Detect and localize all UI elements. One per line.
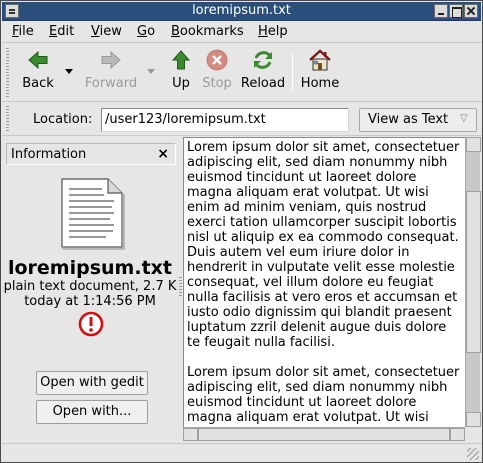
scroll-down-button[interactable] — [466, 412, 481, 427]
status-bar — [2, 443, 481, 462]
chevron-down-icon: ▽ — [460, 113, 468, 124]
menu-file[interactable]: File — [12, 24, 34, 39]
horizontal-scroll-thumb[interactable] — [198, 428, 450, 441]
information-side-pane: Information × loremipsum.txt plain text … — [2, 137, 178, 443]
scroll-up-button[interactable] — [466, 137, 481, 152]
menu-view[interactable]: View — [91, 24, 122, 39]
up-button[interactable]: Up — [166, 48, 196, 91]
location-bar: Location: /user123/loremipsum.txt View a… — [2, 102, 481, 136]
home-button[interactable]: Home — [299, 48, 341, 91]
forward-history-dropdown[interactable] — [147, 69, 155, 74]
up-arrow-icon — [171, 50, 191, 70]
menu-bookmarks[interactable]: Bookmarks — [171, 24, 244, 39]
toolbar: Back Forward Up Stop Reload Home — [2, 44, 481, 102]
back-button[interactable]: Back — [20, 48, 56, 91]
view-as-label: View as Text — [368, 112, 449, 127]
reload-button[interactable]: Reload — [238, 48, 288, 91]
scroll-corner — [465, 427, 480, 441]
menu-edit[interactable]: Edit — [49, 24, 74, 39]
minimize-icon[interactable] — [434, 4, 448, 18]
view-as-dropdown[interactable]: View as Text ▽ — [359, 108, 477, 132]
forward-arrow-icon — [101, 50, 121, 70]
back-arrow-icon — [28, 50, 48, 70]
vertical-scroll-thumb[interactable] — [466, 191, 481, 353]
warning-icon — [78, 311, 104, 337]
reload-icon — [254, 51, 272, 69]
side-pane-title: Information — [11, 147, 87, 162]
stop-button[interactable]: Stop — [200, 48, 234, 91]
menu-go[interactable]: Go — [137, 24, 155, 39]
file-type: plain text document, 2.7 K — [3, 279, 177, 294]
toolbar-separator — [292, 54, 293, 92]
resize-grip-icon[interactable] — [467, 448, 479, 460]
location-label: Location: — [33, 112, 93, 127]
scroll-right-button[interactable] — [450, 428, 465, 441]
document-text: Lorem ipsum dolor sit amet, consectetuer… — [187, 140, 460, 425]
close-pane-icon[interactable]: × — [157, 146, 169, 162]
close-window-icon[interactable] — [464, 4, 478, 18]
location-bar-grip[interactable] — [6, 106, 9, 132]
text-view[interactable]: Lorem ipsum dolor sit amet, consectetuer… — [183, 137, 465, 427]
open-with-button[interactable]: Open with... — [36, 400, 148, 424]
divider-grip — [179, 277, 182, 297]
browser-window: loremipsum.txt File Edit View Go Bookmar… — [0, 0, 483, 463]
maximize-icon[interactable] — [449, 4, 463, 18]
vertical-scrollbar[interactable] — [465, 137, 481, 427]
file-name: loremipsum.txt — [7, 257, 172, 279]
location-input[interactable]: /user123/loremipsum.txt — [101, 108, 349, 132]
forward-button[interactable]: Forward — [82, 48, 140, 91]
title-bar[interactable]: loremipsum.txt — [2, 2, 481, 21]
file-modified: today at 1:14:56 PM — [24, 294, 156, 309]
menu-bar: File Edit View Go Bookmarks Help — [2, 21, 481, 43]
horizontal-scrollbar[interactable] — [183, 427, 465, 441]
window-title: loremipsum.txt — [192, 3, 291, 18]
open-with-gedit-button[interactable]: Open with gedit — [36, 371, 148, 395]
home-icon — [309, 49, 331, 71]
back-history-dropdown[interactable] — [65, 69, 73, 74]
stop-icon — [206, 49, 228, 71]
side-pane-header: Information × — [6, 143, 176, 165]
scroll-left-button[interactable] — [183, 428, 198, 441]
text-document-icon — [61, 178, 125, 250]
toolbar-grip[interactable] — [6, 48, 9, 98]
menu-help[interactable]: Help — [258, 24, 288, 39]
